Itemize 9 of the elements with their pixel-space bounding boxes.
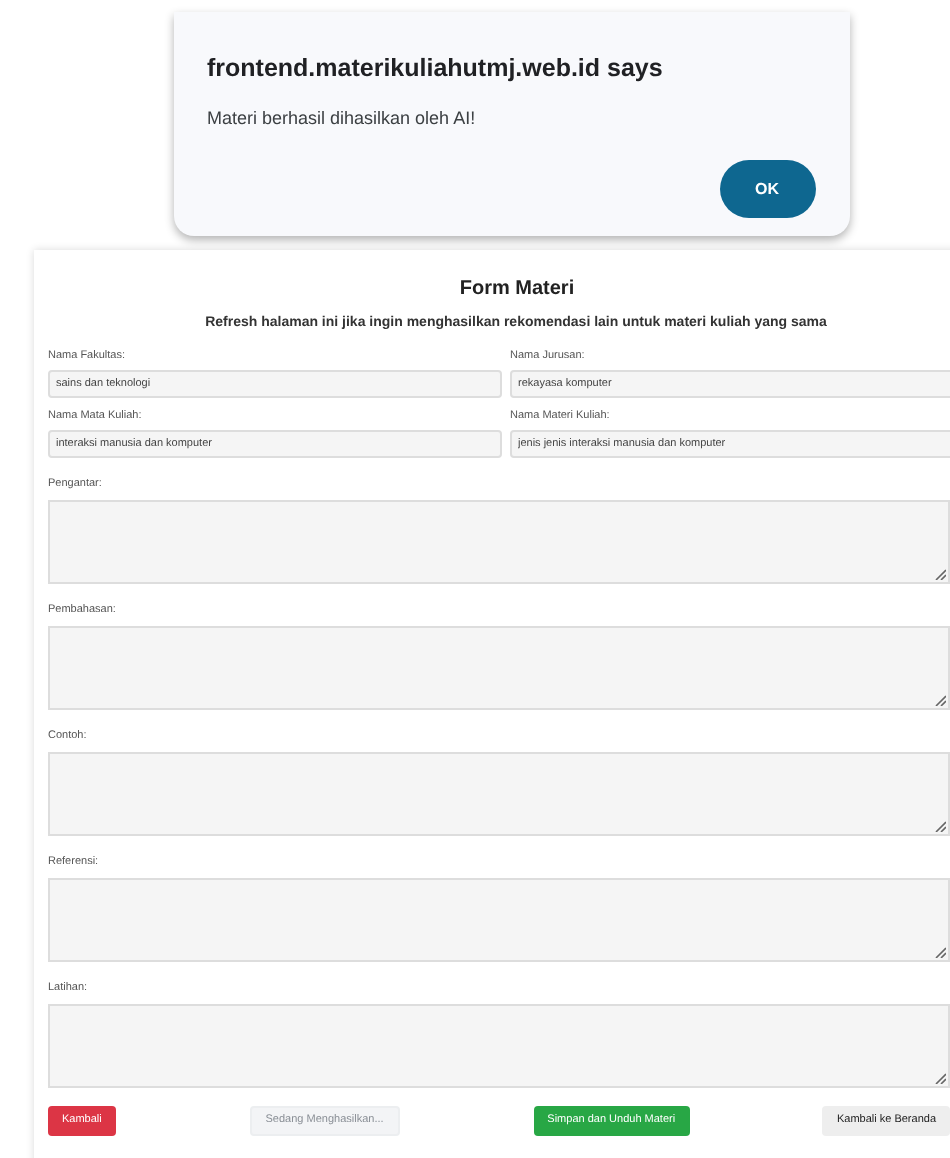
resize-grip-icon[interactable] <box>934 1071 946 1083</box>
resize-grip-icon[interactable] <box>934 567 946 579</box>
resize-grip-icon[interactable] <box>934 693 946 705</box>
form-title: Form Materi <box>459 276 575 304</box>
dialog-title: frontend.materikuliahutmj.web.id says <box>207 52 665 86</box>
resize-grip-icon[interactable] <box>934 945 946 957</box>
ok-button[interactable]: OK <box>719 160 815 219</box>
dialog-message: Materi berhasil dihasilkan oleh AI! <box>207 105 478 132</box>
resize-grip-icon[interactable] <box>934 819 946 831</box>
